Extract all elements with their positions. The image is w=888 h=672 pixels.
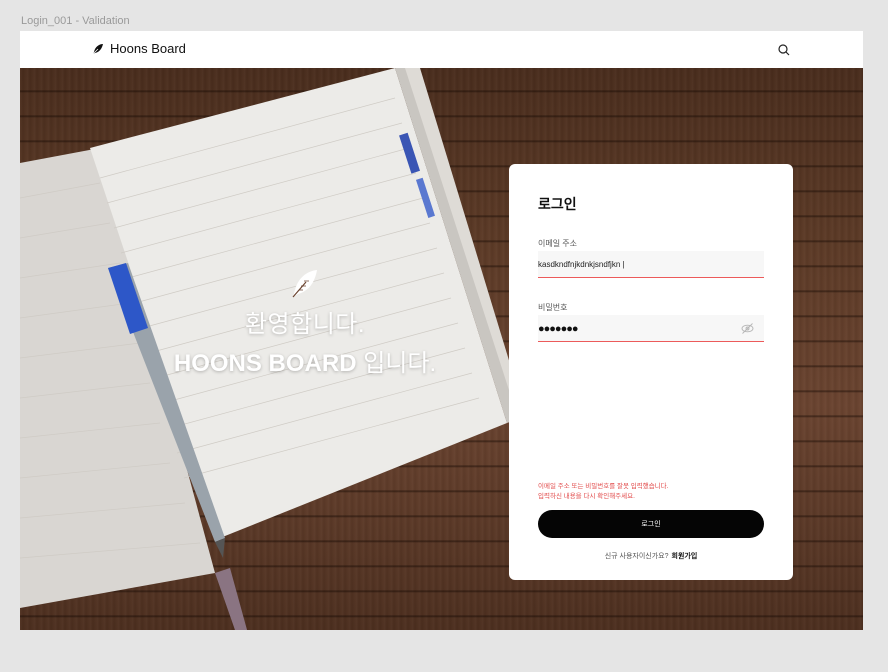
hero-background: 환영합니다. HOONS BOARD 입니다. 로그인 이메일 주소 비밀번호 …: [20, 68, 863, 630]
login-page: Hoons Board 환영합니다. HOONS BOARD 입니다. 로그인 …: [20, 31, 863, 630]
welcome-line-2: HOONS BOARD 입니다.: [140, 344, 470, 384]
top-navbar: Hoons Board: [20, 31, 863, 69]
quill-logo-icon: [92, 43, 103, 54]
email-field[interactable]: [538, 251, 764, 278]
password-field[interactable]: ●●●●●●●: [538, 315, 764, 342]
welcome-line-1: 환영합니다.: [244, 311, 366, 338]
welcome-suffix: 입니다.: [356, 350, 437, 377]
email-input[interactable]: [538, 251, 764, 277]
eye-off-icon[interactable]: [741, 322, 754, 335]
signup-link[interactable]: 회원가입: [672, 553, 698, 560]
feather-icon: [292, 270, 317, 298]
signup-prompt: 신규 사용자이신가요?: [604, 553, 669, 560]
welcome-brand: HOONS BOARD: [173, 350, 357, 377]
error-message: 이메일 주소 또는 비밀번호를 잘못 입력했습니다. 입력하신 내용을 다시 확…: [538, 482, 764, 502]
login-card: 로그인 이메일 주소 비밀번호 ●●●●●●● 이메일 주소 또는 비밀번호를 …: [509, 164, 793, 580]
brand-name: Hoons Board: [110, 41, 186, 56]
brand-logo[interactable]: Hoons Board: [92, 41, 186, 56]
signup-row: 신규 사용자이신가요? 회원가입: [509, 551, 793, 561]
email-label: 이메일 주소: [538, 239, 578, 248]
login-title: 로그인: [538, 196, 577, 212]
search-icon[interactable]: [777, 43, 791, 57]
password-label: 비밀번호: [538, 303, 568, 312]
error-line-2: 입력하신 내용을 다시 확인해주세요.: [538, 493, 635, 500]
login-button[interactable]: 로그인: [538, 510, 764, 538]
password-value[interactable]: ●●●●●●●: [538, 323, 579, 335]
welcome-message: 환영합니다. HOONS BOARD 입니다.: [140, 268, 470, 384]
error-line-1: 이메일 주소 또는 비밀번호를 잘못 입력했습니다.: [538, 483, 669, 490]
frame-label: Login_001 - Validation: [21, 15, 130, 27]
